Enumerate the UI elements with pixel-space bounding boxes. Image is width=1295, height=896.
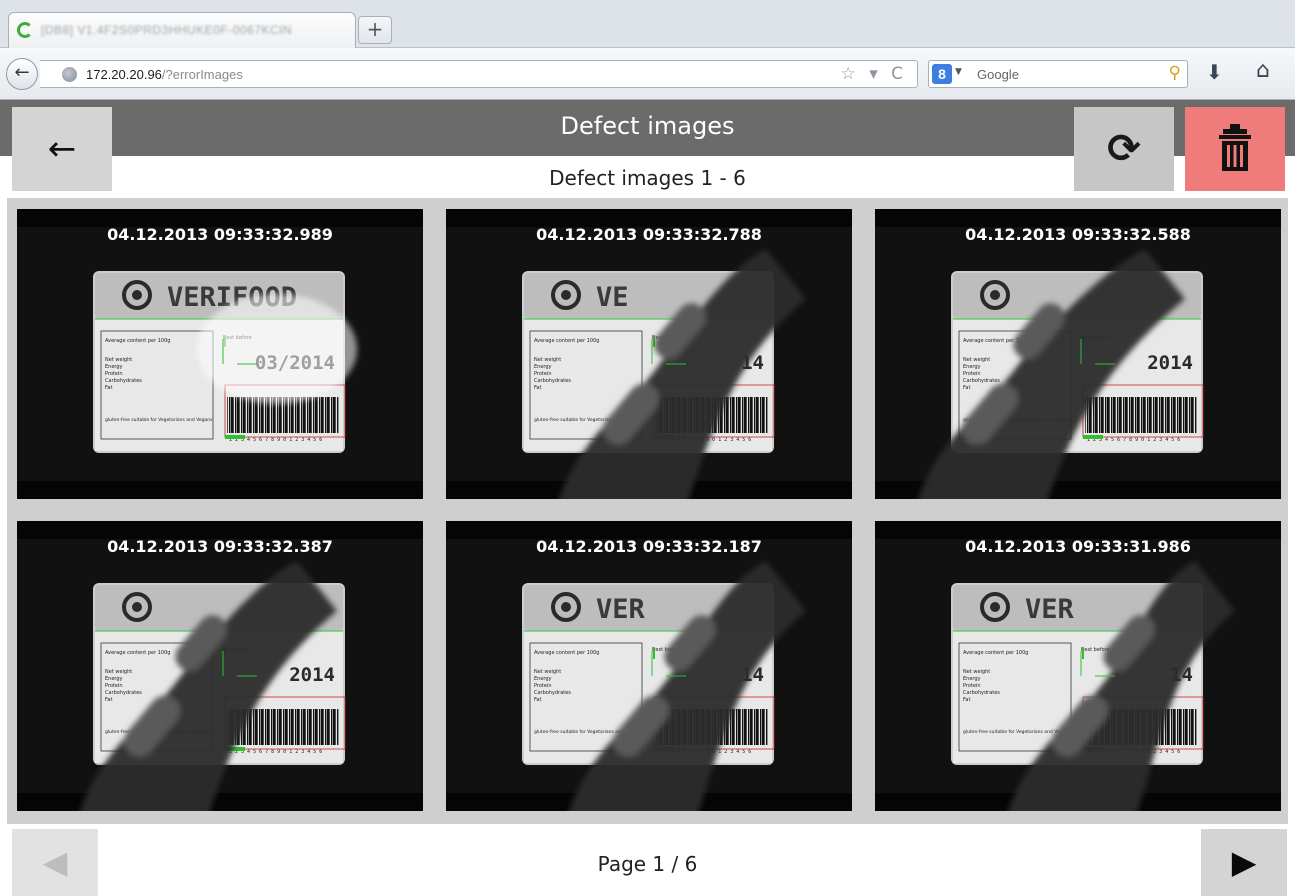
svg-text:Carbohydrates: Carbohydrates — [105, 378, 142, 384]
address-bar[interactable]: 172.20.20.96/?errorImages ☆ ▾ C — [40, 60, 918, 88]
svg-text:Net weight: Net weight — [963, 669, 990, 675]
next-page-button[interactable]: ▶ — [1201, 829, 1287, 896]
triangle-right-icon: ▶ — [1231, 843, 1257, 881]
new-tab-button[interactable]: + — [358, 16, 392, 44]
defect-image-3[interactable]: Average content per 100g Net weight Energy… — [875, 209, 1281, 499]
svg-text:Energy: Energy — [534, 676, 552, 682]
defect-photo: VER Average content per 100g Net weightEne… — [875, 521, 1281, 811]
tab-title: [DB8] V1.4F2S0PRD3HHUKE0F-0067KCIN — [41, 23, 293, 37]
date-text: 2014 — [1147, 352, 1193, 374]
defect-photo: VER Average content per 100g Net weightEne… — [446, 521, 852, 811]
refresh-icon: ⟳ — [1107, 126, 1141, 172]
defect-photo: Average content per 100g Net weightEnergy… — [17, 521, 423, 811]
date-text: 2014 — [289, 664, 335, 686]
brand-text: VER — [1025, 594, 1075, 625]
svg-text:Fat: Fat — [963, 697, 970, 703]
svg-text:Energy: Energy — [105, 676, 123, 682]
svg-text:Energy: Energy — [963, 364, 981, 370]
page-indicator: Page 1 / 6 — [597, 852, 698, 876]
globe-icon — [62, 67, 77, 82]
svg-text:Carbohydrates: Carbohydrates — [963, 378, 1000, 384]
svg-text:Fat: Fat — [105, 385, 112, 391]
svg-text:Net weight: Net weight — [105, 669, 132, 675]
svg-text:Net weight: Net weight — [534, 669, 561, 675]
defect-photo: VERIFOODAverage content per 100gNet weig… — [17, 209, 423, 499]
back-button[interactable]: ← — [12, 107, 112, 191]
svg-text:Average content per 100g: Average content per 100g — [534, 338, 599, 344]
svg-text:Net weight: Net weight — [534, 357, 561, 363]
search-bar[interactable]: 8 ▼ Google ⚲ — [928, 60, 1188, 88]
svg-text:Average content per 100g: Average content per 100g — [105, 650, 170, 656]
defect-image-1[interactable]: VERIFOOD Average content per 100g Net weig… — [17, 209, 423, 499]
defect-photo: VE Average content per 100g Net weightEner… — [446, 209, 852, 499]
svg-text:Carbohydrates: Carbohydrates — [105, 690, 142, 696]
svg-text:Protein: Protein — [534, 371, 552, 377]
image-timestamp: 04.12.2013 09:33:32.588 — [965, 225, 1191, 244]
svg-text:Fat: Fat — [534, 697, 541, 703]
defect-image-6[interactable]: VER Average content per 100g Net weight Ene… — [875, 521, 1281, 811]
svg-text:Protein: Protein — [105, 683, 123, 689]
defect-image-2[interactable]: VE Average content per 100g Net weight Ener… — [446, 209, 852, 499]
svg-text:Carbohydrates: Carbohydrates — [534, 378, 571, 384]
svg-text:Fat: Fat — [105, 697, 112, 703]
svg-text:Carbohydrates: Carbohydrates — [963, 690, 1000, 696]
defect-gallery: VERIFOOD Average content per 100g Net weig… — [7, 198, 1288, 824]
download-icon[interactable]: ⬇ — [1206, 60, 1223, 84]
svg-text:Protein: Protein — [105, 371, 123, 377]
engine-dropdown-icon[interactable]: ▼ — [955, 67, 962, 77]
image-timestamp: 04.12.2013 09:33:32.788 — [536, 225, 762, 244]
browser-navbar: ← 172.20.20.96/?errorImages ☆ ▾ C 8 ▼ Go… — [0, 48, 1295, 100]
delete-button[interactable] — [1185, 107, 1285, 191]
defect-image-5[interactable]: VER Average content per 100g Net weight Ene… — [446, 521, 852, 811]
image-timestamp: 04.12.2013 09:33:31.986 — [965, 537, 1191, 556]
arrow-left-icon: ← — [47, 129, 77, 169]
svg-text:Fat: Fat — [963, 385, 970, 391]
svg-text:gluten-free suitable for Veget: gluten-free suitable for Vegetarians and… — [105, 417, 213, 423]
image-timestamp: 04.12.2013 09:33:32.187 — [536, 537, 762, 556]
magnifier-icon[interactable]: ⚲ — [1169, 63, 1181, 83]
browser-tab[interactable]: [DB8] V1.4F2S0PRD3HHUKE0F-0067KCIN — [8, 12, 356, 48]
svg-text:Energy: Energy — [963, 676, 981, 682]
trash-icon — [1219, 124, 1251, 171]
svg-text:Protein: Protein — [963, 683, 981, 689]
image-timestamp: 04.12.2013 09:33:32.989 — [107, 225, 333, 244]
defect-photo: Average content per 100gNet weightEnergy… — [875, 209, 1281, 499]
defect-image-4[interactable]: Average content per 100g Net weight Energy… — [17, 521, 423, 811]
svg-text:Energy: Energy — [534, 364, 552, 370]
search-engine-icon[interactable]: 8 — [932, 64, 952, 84]
bookmark-reload-icons[interactable]: ☆ ▾ C — [841, 64, 907, 84]
svg-text:Energy: Energy — [105, 364, 123, 370]
refresh-button[interactable]: ⟳ — [1074, 107, 1174, 191]
svg-text:Net weight: Net weight — [105, 357, 132, 363]
image-timestamp: 04.12.2013 09:33:32.387 — [107, 537, 333, 556]
loading-spinner-icon — [17, 22, 33, 38]
home-icon[interactable]: ⌂ — [1256, 58, 1270, 83]
browser-tabstrip: [DB8] V1.4F2S0PRD3HHUKE0F-0067KCIN + — [0, 0, 1295, 48]
svg-text:Protein: Protein — [534, 683, 552, 689]
browser-back-button[interactable]: ← — [6, 58, 38, 90]
svg-text:Average content per 100g: Average content per 100g — [534, 650, 599, 656]
brand-text: VE — [596, 282, 629, 313]
svg-text:Protein: Protein — [963, 371, 981, 377]
url-text: 172.20.20.96/?errorImages — [86, 67, 243, 82]
search-placeholder: Google — [977, 67, 1019, 82]
svg-text:Carbohydrates: Carbohydrates — [534, 690, 571, 696]
svg-text:Fat: Fat — [534, 385, 541, 391]
svg-text:Average content per 100g: Average content per 100g — [963, 650, 1028, 656]
brand-text: VER — [596, 594, 646, 625]
svg-text:Net weight: Net weight — [963, 357, 990, 363]
svg-text:Average content per 100g: Average content per 100g — [105, 338, 170, 344]
